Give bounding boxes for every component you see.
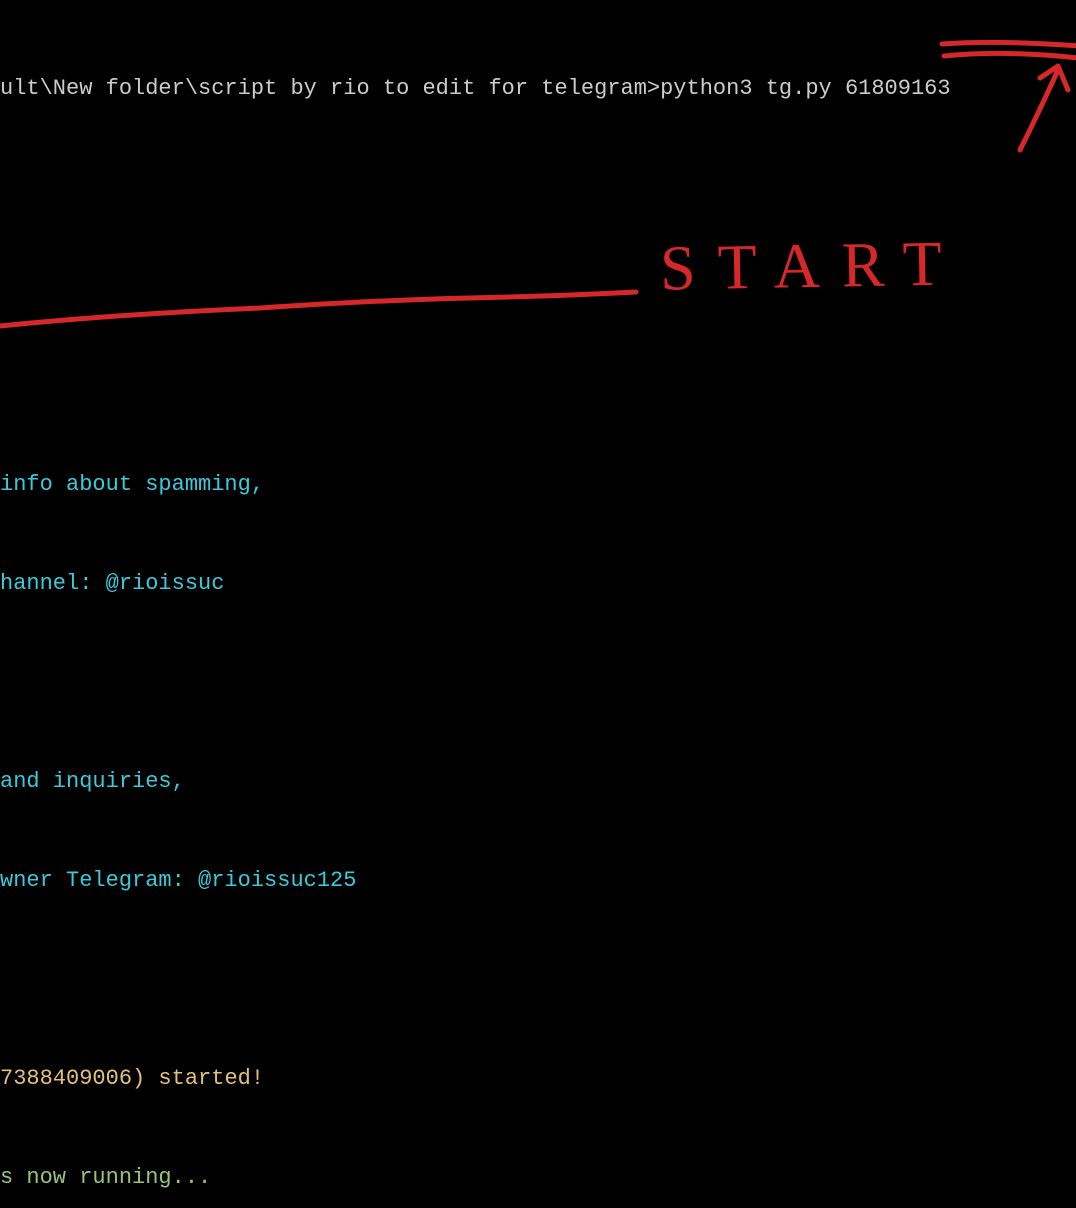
info-line-1: info about spamming, bbox=[0, 468, 1076, 501]
info-line-2: hannel: @rioissuc bbox=[0, 567, 1076, 600]
inquiries-line-2: wner Telegram: @rioissuc125 bbox=[0, 864, 1076, 897]
prompt-arg: 3 bbox=[937, 76, 950, 101]
startup-id: 388409006) started! bbox=[13, 1066, 264, 1091]
prompt-command: python3 tg.py 6180916 bbox=[660, 76, 937, 101]
prompt-path: ult\New folder\script by rio to edit for… bbox=[0, 76, 660, 101]
running-status: s now running... bbox=[0, 1161, 1076, 1194]
inquiries-line-1: and inquiries, bbox=[0, 765, 1076, 798]
terminal-output: ult\New folder\script by rio to edit for… bbox=[0, 0, 1076, 1208]
startup-prefix: 7 bbox=[0, 1066, 13, 1091]
